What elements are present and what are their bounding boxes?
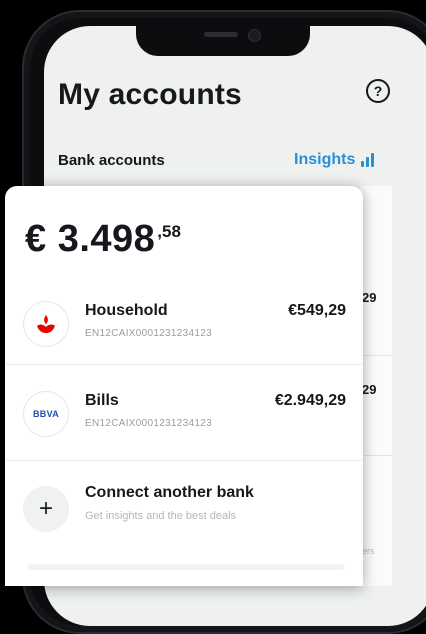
section-label-bank-accounts: Bank accounts bbox=[58, 152, 165, 169]
connect-bank-title: Connect another bank bbox=[85, 484, 254, 501]
plus-icon: + bbox=[23, 486, 69, 532]
background-divider bbox=[360, 455, 392, 456]
balance-main: € 3.498 bbox=[25, 218, 156, 260]
insights-label: Insights bbox=[294, 151, 356, 168]
bar-chart-icon bbox=[361, 153, 375, 167]
next-row-hint bbox=[27, 564, 345, 570]
phone-notch bbox=[136, 24, 310, 56]
connect-bank-row[interactable]: + Connect another bank Get insights and … bbox=[5, 466, 363, 556]
account-name: Bills bbox=[85, 392, 119, 409]
speaker-grille bbox=[204, 32, 238, 37]
account-iban: EN12CAIX0001231234123 bbox=[85, 328, 212, 339]
account-amount: €549,29 bbox=[288, 302, 346, 319]
santander-logo-icon bbox=[23, 301, 69, 347]
page-title: My accounts bbox=[58, 78, 242, 111]
background-amount-fragment: 29 bbox=[362, 290, 377, 305]
account-name: Household bbox=[85, 302, 168, 319]
accounts-card: € 3.498 ,58 Household EN12CAIX0001231234… bbox=[5, 186, 363, 586]
total-balance: € 3.498 ,58 bbox=[25, 218, 181, 261]
background-text-fragment: ers bbox=[362, 546, 375, 556]
divider bbox=[5, 364, 363, 365]
divider bbox=[5, 460, 363, 461]
front-camera bbox=[248, 29, 261, 42]
connect-bank-subtitle: Get insights and the best deals bbox=[85, 510, 237, 522]
background-divider bbox=[360, 355, 392, 356]
account-row-bills[interactable]: BBVA Bills EN12CAIX0001231234123 €2.949,… bbox=[5, 370, 363, 460]
help-button[interactable]: ? bbox=[366, 79, 390, 103]
account-amount: €2.949,29 bbox=[274, 392, 346, 409]
account-iban: EN12CAIX0001231234123 bbox=[85, 418, 212, 429]
insights-link[interactable]: Insights bbox=[294, 151, 375, 169]
account-row-household[interactable]: Household EN12CAIX0001231234123 €549,29 bbox=[5, 280, 363, 370]
background-amount-fragment: 29 bbox=[362, 382, 377, 397]
help-icon: ? bbox=[373, 83, 383, 99]
bbva-logo-icon: BBVA bbox=[23, 391, 69, 437]
balance-decimals: ,58 bbox=[157, 222, 181, 241]
